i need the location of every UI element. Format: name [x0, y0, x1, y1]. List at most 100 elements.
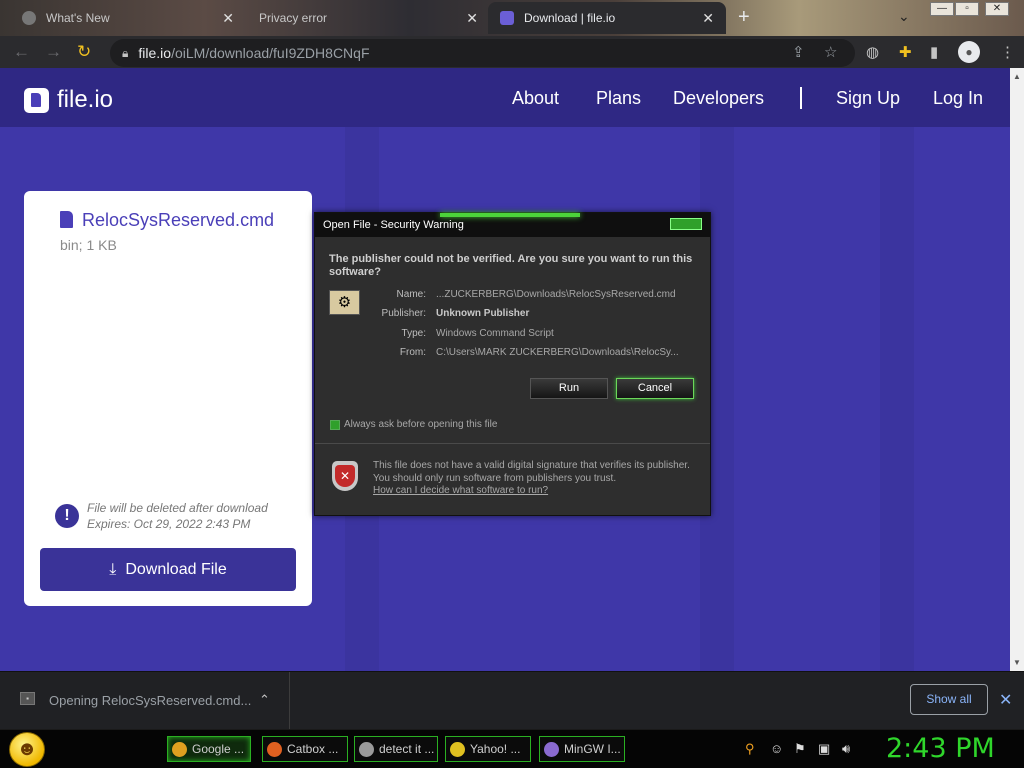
always-ask-checkbox[interactable]: [330, 420, 340, 430]
start-button[interactable]: ☻: [9, 732, 45, 767]
address-bar[interactable]: 🔒︎ file.io /oiLM/download/fuI9ZDH8CNqF ⇪…: [110, 39, 855, 67]
task-label: Catbox ...: [287, 742, 339, 756]
file-name: RelocSysReserved.cmd: [82, 210, 275, 230]
task-mingw[interactable]: MinGW I...: [539, 736, 625, 762]
dialog-titlebar[interactable]: Open File - Security Warning: [315, 213, 710, 237]
back-icon[interactable]: ←: [13, 42, 30, 62]
extension-flag-icon[interactable]: ◍: [866, 43, 879, 61]
profile-avatar[interactable]: ●: [958, 41, 980, 63]
forward-icon[interactable]: →: [45, 42, 62, 62]
file-icon: [60, 211, 73, 228]
reload-icon[interactable]: ↻: [77, 42, 91, 62]
bookmark-star-icon[interactable]: ☆: [824, 43, 837, 61]
show-all-button[interactable]: Show all: [910, 684, 988, 715]
tab-download-file-io[interactable]: Download | file.io ✕: [488, 2, 726, 34]
taskbar: ☻ Google ... Catbox ... detect it ... Ya…: [0, 729, 1024, 768]
info-icon: !: [55, 504, 79, 528]
download-file-button[interactable]: ⤓ Download File: [40, 548, 296, 591]
titlebar-glow: [440, 213, 580, 217]
chrome-icon: [172, 741, 187, 757]
messenger-tray-icon[interactable]: ☺: [770, 741, 783, 756]
type-label: Type:: [401, 328, 426, 339]
side-panel-icon[interactable]: ▮: [930, 43, 938, 61]
brand-name: file.io: [57, 86, 114, 113]
new-tab-button[interactable]: +: [738, 6, 750, 29]
help-link[interactable]: How can I decide what software to run?: [373, 485, 548, 496]
name-value: ...ZUCKERBERG\Downloads\RelocSysReserved…: [436, 289, 676, 300]
chrome-icon: [22, 11, 36, 25]
brand-logo[interactable]: file.io: [24, 86, 113, 114]
nav-log-in[interactable]: Log In: [933, 88, 983, 109]
task-catbox[interactable]: Catbox ...: [262, 736, 348, 762]
detect-it-icon: [359, 741, 374, 757]
file-io-favicon-icon: [500, 11, 514, 25]
download-item[interactable]: ▪ Opening RelocSysReserved.cmd... ⌃: [0, 672, 290, 730]
dialog-title: Open File - Security Warning: [323, 219, 464, 231]
action-center-flag-icon[interactable]: ⚑: [794, 741, 806, 757]
file-info: bin; 1 KB: [60, 237, 117, 253]
delete-notice: File will be deleted after download: [87, 501, 268, 515]
task-label: detect it ...: [379, 742, 435, 756]
expiry-notice: File will be deleted after download Expi…: [87, 500, 268, 532]
expires-notice: Expires: Oct 29, 2022 2:43 PM: [87, 517, 251, 531]
chevron-up-icon[interactable]: ⌃: [259, 692, 270, 708]
cmd-file-icon: ▪: [20, 692, 35, 705]
scroll-down-icon[interactable]: ▼: [1013, 658, 1021, 667]
file-io-logo-icon: [24, 87, 49, 113]
site-header: file.io About Plans Developers Sign Up L…: [0, 68, 1010, 127]
dialog-close-button[interactable]: [670, 218, 702, 230]
security-warning-dialog: Open File - Security Warning The publish…: [314, 212, 711, 516]
publisher-label: Publisher:: [381, 308, 426, 319]
network-icon[interactable]: ▣: [818, 741, 830, 757]
nav-developers[interactable]: Developers: [673, 88, 764, 109]
shield-warning-icon: [332, 461, 358, 491]
mingw-icon: [544, 741, 559, 757]
run-button[interactable]: Run: [530, 378, 608, 399]
always-ask-label: Always ask before opening this file: [344, 419, 498, 430]
download-shelf: ▪ Opening RelocSysReserved.cmd... ⌃ Show…: [0, 671, 1024, 730]
publisher-value: Unknown Publisher: [436, 308, 530, 319]
yahoo-messenger-icon: [450, 741, 465, 757]
dialog-divider: [315, 443, 710, 444]
task-label: Google ...: [192, 742, 245, 756]
search-icon[interactable]: ⚲: [745, 741, 755, 757]
download-item-status: Opening RelocSysReserved.cmd...: [49, 693, 252, 708]
download-label: Download File: [125, 560, 227, 578]
page-scrollbar[interactable]: ▲ ▼: [1010, 68, 1024, 671]
task-detect-it[interactable]: detect it ...: [354, 736, 438, 762]
type-value: Windows Command Script: [436, 328, 554, 339]
close-icon[interactable]: ✕: [222, 10, 234, 27]
nav-plans[interactable]: Plans: [596, 88, 641, 109]
nav-sign-up[interactable]: Sign Up: [836, 88, 900, 109]
task-yahoo[interactable]: Yahoo! ...: [445, 736, 531, 762]
url-host: file.io: [138, 45, 172, 61]
bg-stripe: [880, 127, 914, 671]
tab-search-icon[interactable]: ⌄: [898, 8, 910, 25]
nav-about[interactable]: About: [512, 88, 559, 109]
tab-title: Download | file.io: [524, 11, 616, 25]
minimize-button[interactable]: —: [930, 2, 954, 16]
from-value: C:\Users\MARK ZUCKERBERG\Downloads\Reloc…: [436, 347, 679, 358]
system-clock[interactable]: 2:43 PM: [886, 733, 995, 764]
tab-title: What's New: [46, 11, 110, 25]
tab-whats-new[interactable]: What's New ✕: [10, 2, 246, 34]
tab-title: Privacy error: [259, 11, 328, 25]
name-label: Name:: [396, 289, 426, 300]
extensions-puzzle-icon[interactable]: ✚: [899, 43, 912, 61]
tab-privacy-error[interactable]: Privacy error ✕: [246, 2, 490, 34]
volume-icon[interactable]: 🔊︎: [842, 741, 850, 757]
dialog-question: The publisher could not be verified. Are…: [329, 253, 693, 278]
task-google[interactable]: Google ...: [167, 736, 251, 762]
window-close-button[interactable]: ✕: [985, 2, 1009, 16]
cancel-button[interactable]: Cancel: [616, 378, 694, 399]
maximize-button[interactable]: ▫: [955, 2, 979, 16]
shelf-close-icon[interactable]: ✕: [999, 690, 1012, 710]
close-icon[interactable]: ✕: [466, 10, 478, 27]
scroll-up-icon[interactable]: ▲: [1013, 72, 1021, 81]
from-label: From:: [399, 347, 426, 358]
menu-kebab-icon[interactable]: ⋮: [1000, 43, 1015, 61]
firefox-icon: [267, 741, 282, 757]
close-icon[interactable]: ✕: [702, 10, 714, 27]
lock-icon: 🔒︎: [122, 45, 129, 60]
share-icon[interactable]: ⇪: [792, 43, 805, 61]
